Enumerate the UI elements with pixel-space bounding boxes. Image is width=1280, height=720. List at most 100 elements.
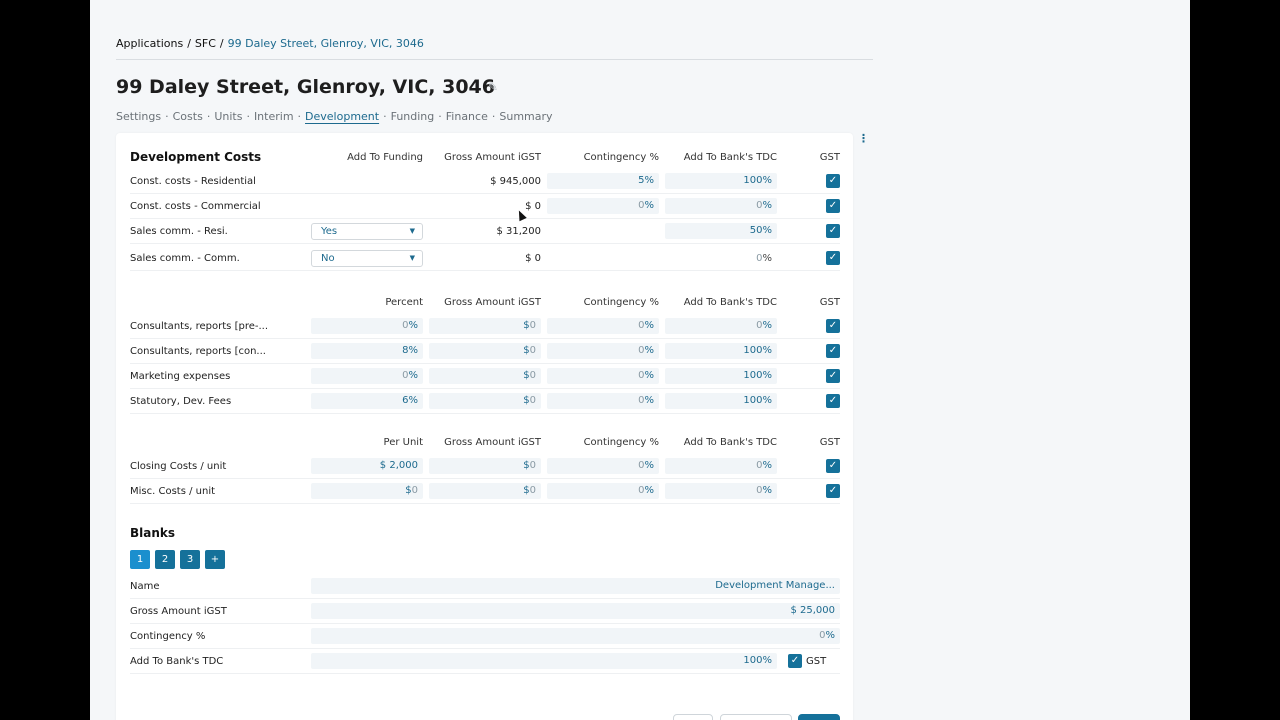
check-icon: ✓ [828, 370, 838, 381]
gst-checkbox[interactable]: ✓ [826, 344, 840, 358]
row-label: Misc. Costs / unit [130, 486, 216, 497]
tdc-input[interactable]: 0% [665, 318, 777, 334]
section-title: Development Costs [130, 150, 262, 164]
percent-input[interactable]: 0% [311, 318, 423, 334]
unit: % [762, 253, 772, 264]
per-unit-input[interactable]: $0 [311, 483, 423, 499]
col-header: GST [819, 152, 840, 163]
percent-input[interactable]: 6% [311, 393, 423, 409]
breadcrumb-applications[interactable]: Applications [116, 37, 183, 50]
blanks-header: Blanks [130, 521, 840, 546]
caret-down-icon: ▼ [409, 227, 415, 235]
unit: % [825, 630, 835, 641]
app-page: Applications / SFC/99 Daley Street, Glenro… [90, 0, 1190, 720]
section-title: Blanks [130, 526, 176, 540]
tab-development[interactable]: Development [305, 110, 379, 123]
blank-contingency-input[interactable]: 0% [311, 628, 840, 644]
contingency-input[interactable]: 0% [547, 343, 659, 359]
unit: % [762, 200, 772, 211]
contingency-input[interactable]: 0% [547, 368, 659, 384]
tdc-input[interactable]: 100% [665, 173, 777, 189]
table-row: Closing Costs / unit $ 2,000 $0 0% 0% ✓ [130, 454, 840, 479]
tdc-input[interactable]: 50% [665, 223, 777, 239]
tab-finance[interactable]: Finance [446, 110, 488, 123]
add-to-funding-select[interactable]: No ▼ [311, 250, 423, 267]
gst-checkbox[interactable]: ✓ [826, 174, 840, 188]
tab-units[interactable]: Units [214, 110, 242, 123]
contingency-input[interactable]: 0% [547, 393, 659, 409]
pencil-icon[interactable]: ✎ [488, 80, 500, 94]
gross-input[interactable]: $0 [429, 318, 541, 334]
tdc-input[interactable]: 0% [665, 198, 777, 214]
unit: % [644, 320, 654, 331]
value: 0 [529, 460, 536, 471]
contingency-input[interactable]: 5% [547, 173, 659, 189]
unit: % [762, 320, 772, 331]
check-icon: ✓ [828, 200, 838, 211]
contingency-input[interactable]: 0% [547, 198, 659, 214]
tab-summary[interactable]: Summary [499, 110, 552, 123]
unit: % [762, 175, 772, 186]
tdc-input[interactable]: 0% [665, 483, 777, 499]
percent-input[interactable]: 8% [311, 343, 423, 359]
gst-checkbox[interactable]: ✓ [826, 224, 840, 238]
tab-interim[interactable]: Interim [254, 110, 294, 123]
row-label: Consultants, reports [pre-... [130, 321, 269, 332]
breadcrumb: Applications / SFC/99 Daley Street, Glenro… [116, 37, 424, 50]
gst-checkbox[interactable]: ✓ [826, 459, 840, 473]
blank-page-1-button[interactable]: 1 [130, 550, 150, 569]
tab-costs[interactable]: Costs [173, 110, 203, 123]
per-unit-input[interactable]: $ 2,000 [311, 458, 423, 474]
tab-funding[interactable]: Funding [391, 110, 435, 123]
value: 0 [529, 485, 536, 496]
gst-checkbox[interactable]: ✓ [826, 319, 840, 333]
contingency-input[interactable]: 0% [547, 458, 659, 474]
tdc-input[interactable]: 100% [665, 343, 777, 359]
blank-page-2-button[interactable]: 2 [155, 550, 175, 569]
contingency-input[interactable]: 0% [547, 318, 659, 334]
add-to-funding-select[interactable]: Yes ▼ [311, 223, 423, 240]
blank-field-row: Contingency % 0% [130, 624, 840, 649]
tdc-input[interactable]: 100% [665, 393, 777, 409]
col-header: Gross Amount iGST [444, 297, 541, 308]
breadcrumb-sfc[interactable]: SFC [195, 37, 216, 50]
caret-down-icon: ▼ [409, 254, 415, 262]
gst-checkbox[interactable]: ✓ [826, 251, 840, 265]
gst-checkbox[interactable]: ✓ [826, 199, 840, 213]
gross-amount: $ 945,000 [490, 176, 541, 187]
gross-input[interactable]: $0 [429, 458, 541, 474]
col-header: Add To Bank's TDC [683, 297, 777, 308]
unit: % [644, 395, 654, 406]
add-blank-button[interactable]: + [205, 550, 225, 569]
kebab-menu-icon[interactable]: ⋮ [858, 133, 869, 145]
blank-page-3-button[interactable]: 3 [180, 550, 200, 569]
percent-input[interactable]: 0% [311, 368, 423, 384]
col-header: Gross Amount iGST [444, 152, 541, 163]
gross-input[interactable]: $0 [429, 368, 541, 384]
contingency-input[interactable]: 0% [547, 483, 659, 499]
gross-input[interactable]: $0 [429, 343, 541, 359]
tab-settings[interactable]: Settings [116, 110, 161, 123]
check-icon: ✓ [828, 345, 838, 356]
gst-checkbox[interactable]: ✓ [826, 369, 840, 383]
blank-tdc-input[interactable]: 100% [311, 653, 777, 669]
blank-field-row: Name Development Manage... [130, 574, 840, 599]
footer-button[interactable] [720, 714, 792, 720]
blank-gross-input[interactable]: $ 25,000 [311, 603, 840, 619]
footer-button[interactable] [673, 714, 713, 720]
value: 100 [743, 345, 763, 356]
tdc-input[interactable]: 100% [665, 368, 777, 384]
col-header: Gross Amount iGST [444, 437, 541, 448]
blank-gst-checkbox[interactable]: ✓ [788, 654, 802, 668]
blank-name-input[interactable]: Development Manage... [311, 578, 840, 594]
gst-checkbox[interactable]: ✓ [826, 394, 840, 408]
unit: % [408, 370, 418, 381]
page-title: 99 Daley Street, Glenroy, VIC, 3046 [116, 76, 495, 98]
row-label: Statutory, Dev. Fees [130, 396, 232, 407]
gross-input[interactable]: $0 [429, 393, 541, 409]
gross-input[interactable]: $0 [429, 483, 541, 499]
gst-checkbox[interactable]: ✓ [826, 484, 840, 498]
tdc-input[interactable]: 0% [665, 458, 777, 474]
percent-costs-header: Percent Gross Amount iGST Contingency % … [130, 290, 840, 315]
footer-primary-button[interactable] [798, 714, 840, 720]
